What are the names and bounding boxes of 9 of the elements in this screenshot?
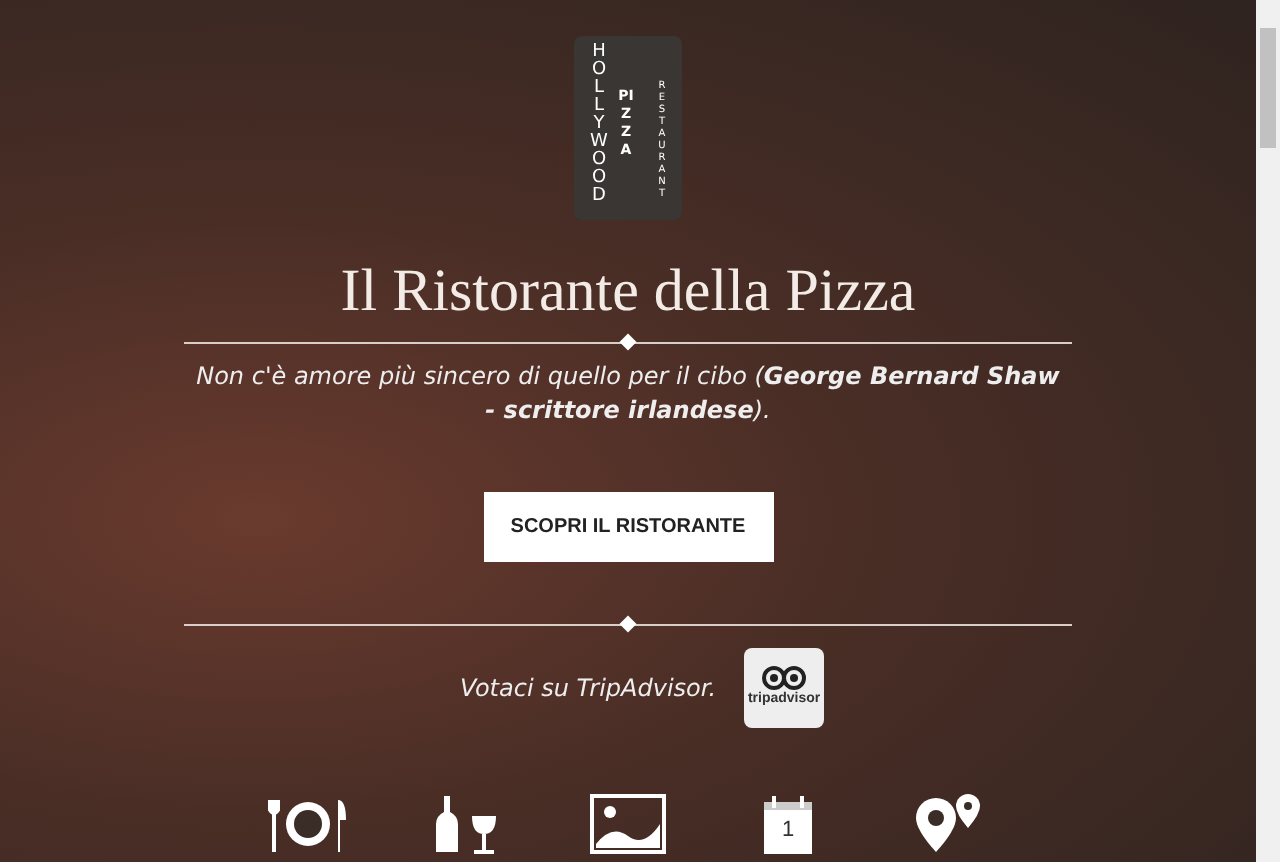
picture-frame-icon[interactable]: [588, 792, 668, 856]
discover-button[interactable]: SCOPRI IL RISTORANTE: [483, 492, 773, 562]
logo-text: HOLLYWOOD: [590, 44, 608, 206]
owl-icon: [762, 665, 807, 690]
calendar-day: 1: [764, 816, 812, 844]
scrollbar[interactable]: [1256, 0, 1280, 862]
page-title: Il Ristorante della Pizza: [340, 256, 916, 328]
tripadvisor-text: Votaci su TripAdvisor.: [459, 672, 717, 706]
quote-text: Non c'è amore più sincero di quello per il cibo (George Bernard Shaw - scrittore irlandese).: [194, 360, 1062, 428]
